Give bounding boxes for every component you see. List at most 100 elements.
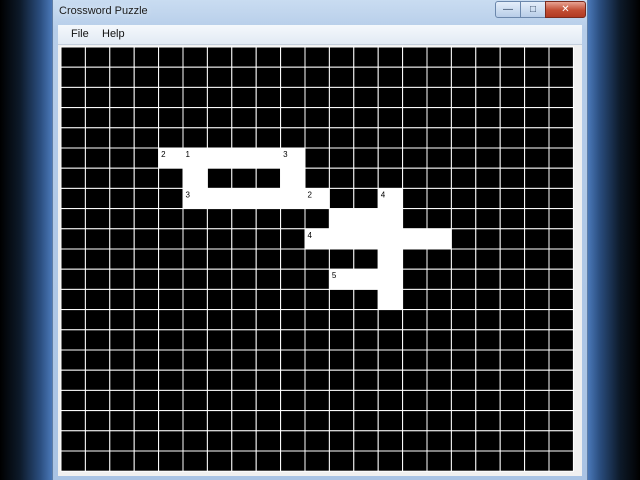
grid-cell-open[interactable]: [353, 268, 379, 290]
grid-cell-block: [158, 430, 184, 452]
grid-cell-block: [109, 167, 135, 189]
grid-cell-block: [475, 187, 501, 210]
grid-cell-open[interactable]: [231, 147, 257, 169]
maximize-button[interactable]: □: [520, 1, 546, 18]
grid-cell-open[interactable]: [377, 288, 404, 311]
grid-cell-block: [206, 86, 233, 109]
grid-cell-block: [304, 309, 330, 331]
grid-cell-block: [133, 187, 160, 210]
grid-cell-block: [426, 450, 452, 472]
grid-cell-block: [304, 167, 330, 189]
grid-cell-block: [133, 329, 160, 351]
grid-cell-open[interactable]: [377, 208, 404, 230]
grid-cell-open[interactable]: [377, 248, 404, 270]
grid-cell-block: [84, 430, 111, 452]
desktop-right-edge: [588, 0, 640, 480]
grid-cell-block: [255, 127, 282, 149]
grid-cell-block: [402, 147, 428, 169]
grid-cell-block: [304, 46, 330, 68]
grid-cell-open[interactable]: [426, 228, 452, 250]
grid-cell-block: [182, 127, 208, 149]
grid-cell-block: [60, 309, 86, 331]
grid-cell-block: [499, 228, 526, 250]
grid-cell-block: [255, 309, 282, 331]
grid-cell-open[interactable]: [206, 147, 233, 169]
grid-cell-block: [475, 66, 501, 88]
clue-number: 3: [186, 190, 191, 199]
grid-cell-block: [499, 127, 526, 149]
grid-cell-block: [182, 248, 208, 270]
menu-help[interactable]: Help: [102, 28, 125, 40]
grid-cell-block: [524, 389, 550, 412]
grid-cell-block: [328, 127, 355, 149]
grid-cell-block: [328, 430, 355, 452]
grid-cell-block: [84, 268, 111, 290]
close-icon: ✕: [561, 4, 570, 15]
grid-cell-block: [60, 268, 86, 290]
grid-cell-block: [499, 450, 526, 472]
grid-cell-block: [255, 450, 282, 472]
grid-cell-block: [255, 268, 282, 290]
grid-cell-block: [499, 187, 526, 210]
grid-cell-block: [450, 329, 477, 351]
grid-cell-block: [304, 248, 330, 270]
grid-cell-open[interactable]: [377, 228, 404, 250]
grid-cell-block: [450, 66, 477, 88]
grid-cell-block: [231, 228, 257, 250]
crossword-grid[interactable]: 2 1 3 3 2 4 4 5: [58, 45, 582, 476]
grid-cell-block: [60, 208, 86, 230]
grid-cell-block: [158, 208, 184, 230]
grid-cell-block: [231, 167, 257, 189]
grid-cell-open[interactable]: [328, 228, 355, 250]
grid-cell-block: [499, 309, 526, 331]
grid-cell-block: [255, 288, 282, 311]
grid-cell-block: [109, 389, 135, 412]
grid-cell-open[interactable]: [206, 187, 233, 210]
grid-cell-block: [450, 167, 477, 189]
grid-cell-block: [548, 187, 574, 210]
grid-cell-block: [280, 389, 306, 412]
grid-cell-open[interactable]: [182, 167, 208, 189]
grid-cell-block: [231, 86, 257, 109]
grid-cell-open[interactable]: [280, 187, 306, 210]
grid-cell-block: [475, 369, 501, 391]
grid-cell-open[interactable]: [255, 147, 282, 169]
close-button[interactable]: ✕: [545, 1, 586, 18]
grid-cell-block: [548, 208, 574, 230]
grid-cell-block: [450, 410, 477, 432]
menu-file[interactable]: File: [71, 28, 89, 40]
grid-cell-open[interactable]: [353, 228, 379, 250]
grid-cell-block: [328, 187, 355, 210]
grid-cell-block: [182, 389, 208, 412]
grid-cell-block: [60, 46, 86, 68]
grid-cell-block: [402, 208, 428, 230]
grid-cell-open[interactable]: [328, 208, 355, 230]
grid-cell-block: [231, 410, 257, 432]
grid-cell-block: [548, 248, 574, 270]
grid-cell-block: [475, 46, 501, 68]
grid-cell-block: [280, 248, 306, 270]
grid-cell-open[interactable]: [377, 268, 404, 290]
grid-cell-block: [450, 450, 477, 472]
grid-cell-block: [548, 167, 574, 189]
grid-cell-block: [60, 66, 86, 88]
grid-cell-block: [280, 410, 306, 432]
grid-cell-block: [280, 450, 306, 472]
grid-cell-block: [182, 329, 208, 351]
grid-cell-open[interactable]: [255, 187, 282, 210]
grid-cell-block: [328, 147, 355, 169]
grid-cell-block: [402, 107, 428, 129]
grid-cell-block: [475, 389, 501, 412]
grid-cell-block: [182, 107, 208, 129]
grid-cell-block: [255, 369, 282, 391]
grid-cell-block: [499, 389, 526, 412]
grid-cell-block: [426, 369, 452, 391]
grid-cell-open[interactable]: [231, 187, 257, 210]
grid-cell-block: [109, 228, 135, 250]
grid-cell-block: [548, 66, 574, 88]
grid-cell-block: [524, 248, 550, 270]
grid-cell-open[interactable]: [402, 228, 428, 250]
grid-cell-open[interactable]: [353, 208, 379, 230]
grid-cell-open[interactable]: [280, 167, 306, 189]
minimize-button[interactable]: —: [495, 1, 521, 18]
